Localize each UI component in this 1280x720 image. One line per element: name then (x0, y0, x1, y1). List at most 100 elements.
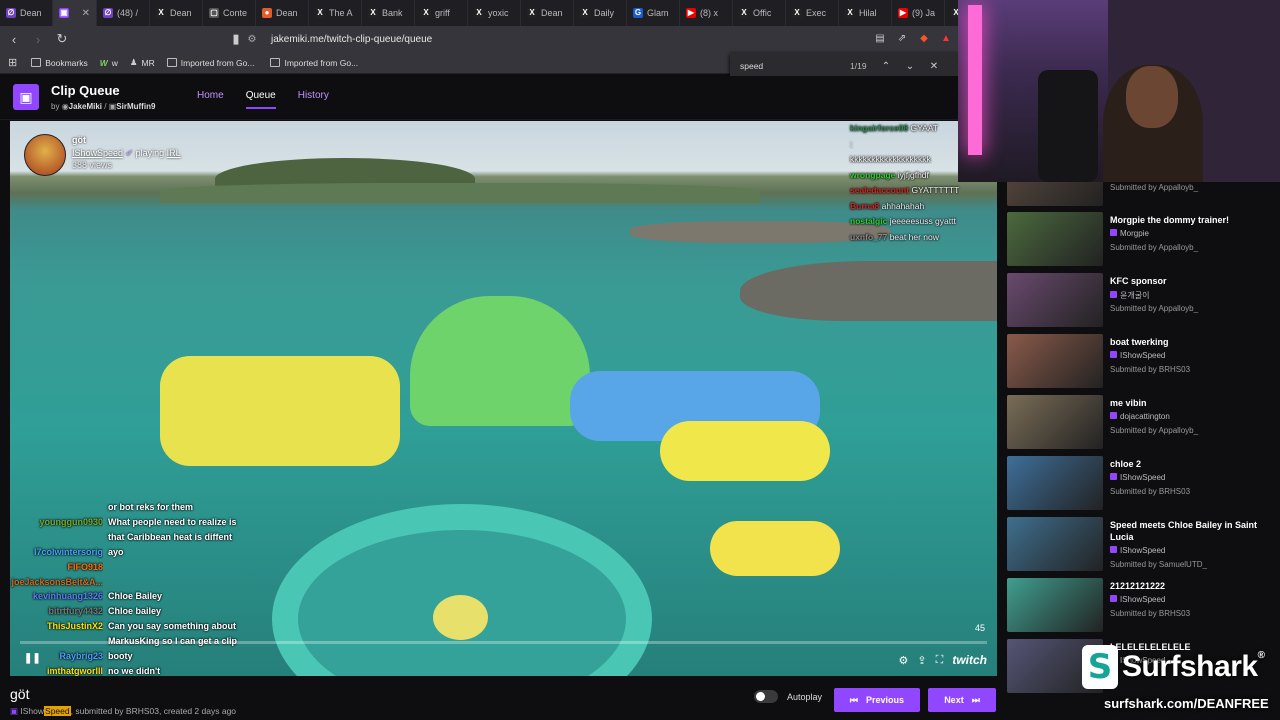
queue-item[interactable]: Submitted by Appalloyb_ (1007, 182, 1280, 210)
author-link-sirmuffin9[interactable]: SirMuffin9 (116, 102, 155, 111)
browser-tab[interactable]: ▣ ✕ (53, 0, 97, 26)
tab-favicon-icon: X (527, 8, 537, 18)
queue-thumbnail[interactable] (1007, 334, 1103, 388)
reader-mode-icon[interactable]: ▤ (872, 30, 888, 46)
browser-tab[interactable]: X Offic (733, 0, 786, 26)
queue-item[interactable]: Speed meets Chloe Bailey in Saint Lucia I… (1007, 517, 1280, 575)
browser-tab[interactable]: ● Dean (256, 0, 309, 26)
find-input[interactable]: speed (740, 61, 850, 71)
clip-channel-link[interactable]: IShowSpeed (72, 148, 123, 158)
site-info-icon[interactable]: ⚙ (245, 34, 259, 45)
chat-text: Can you say something about (108, 621, 237, 632)
clip-meta-channel[interactable]: IShowSpeed (20, 706, 71, 716)
tab-close-icon[interactable]: ✕ (82, 8, 90, 19)
bookmark-item-mr[interactable]: ♟ MR (130, 57, 155, 68)
queue-thumbnail[interactable] (1007, 182, 1103, 206)
browser-tab[interactable]: Xgriff (415, 0, 468, 26)
reload-icon[interactable]: ↻ (52, 29, 72, 49)
bookmark-item-w[interactable]: Ww (100, 58, 118, 68)
find-previous-icon[interactable]: ⌃ (874, 61, 898, 72)
previous-button[interactable]: ⏮ Previous (834, 688, 920, 712)
browser-tab[interactable]: ∅ (48) / (97, 0, 150, 26)
chat-text: GYATTTTTT (911, 185, 960, 195)
tab-favicon-icon: G (633, 8, 643, 18)
chat-text: that Caribbean heat is diffent (108, 531, 233, 542)
queue-item[interactable]: boat twerking IShowSpeed Submitted by BRHS… (1007, 334, 1280, 392)
queue-item[interactable]: KFC sponsor 윤개굴이 Submitted by Appalloyb_ (1007, 273, 1280, 331)
queue-item[interactable]: 21212121222 IShowSpeed Submitted by BRHS03 (1007, 578, 1280, 636)
bookmark-folder-imported-1[interactable]: Imported from Go... (166, 58, 254, 68)
browser-tab[interactable]: ∅ Dean (0, 0, 53, 26)
scene-float-yellow (160, 356, 400, 466)
back-icon[interactable]: ‹ (4, 29, 24, 49)
forward-icon[interactable]: › (28, 29, 48, 49)
clip-title: göt (72, 135, 86, 145)
app-byline: by ◉JakeMiki / ▣SirMuffin9 (51, 102, 156, 111)
tab-label: Dean (170, 8, 192, 18)
queue-thumbnail[interactable] (1007, 456, 1103, 510)
browser-tab[interactable]: Xyoxic (468, 0, 521, 26)
nav-home[interactable]: Home (197, 90, 224, 109)
browser-tab[interactable]: X The A (309, 0, 362, 26)
chat-username: Burna8 (850, 200, 880, 211)
queue-item-submitter: Submitted by Appalloyb_ (1110, 243, 1199, 252)
browser-tab[interactable]: ▶ (9) Ja (892, 0, 945, 26)
nav-history[interactable]: History (298, 90, 329, 109)
queue-item[interactable]: Morgpie the dommy trainer! Morgpie Submitt… (1007, 212, 1280, 270)
clip-category-link[interactable]: IRL (167, 148, 181, 158)
queue-thumbnail[interactable] (1007, 212, 1103, 266)
bookmark-folder-imported-2[interactable]: Imported from Go... (270, 58, 358, 68)
streamer-avatar[interactable] (24, 134, 66, 176)
browser-tab[interactable]: X Dean (150, 0, 203, 26)
tab-favicon-icon: X (421, 8, 431, 18)
queue-thumbnail[interactable] (1007, 273, 1103, 327)
github-icon: ◉ (61, 102, 69, 111)
queue-item-channel: IShowSpeed (1110, 595, 1165, 604)
queue-thumbnail[interactable] (1007, 578, 1103, 632)
author-link-jakemiki[interactable]: JakeMiki (69, 102, 102, 111)
share-icon[interactable]: ⇪ (917, 654, 926, 667)
brave-shield-icon[interactable]: ◆ (916, 30, 932, 46)
clip-video-player[interactable]: göt IShowSpeed ✔ playing IRL 388 views k… (10, 121, 997, 676)
queue-item-channel: 윤개굴이 (1110, 290, 1149, 301)
find-close-icon[interactable]: ✕ (922, 61, 946, 72)
seek-bar[interactable] (20, 641, 987, 644)
browser-tab[interactable]: X Exec (786, 0, 839, 26)
browser-tab[interactable]: X Daily (574, 0, 627, 26)
browser-tab[interactable]: ▶ (8) x (680, 0, 733, 26)
rewards-icon[interactable]: ▲ (938, 30, 954, 46)
sponsor-overlay: S Surfshark® surfshark.com/DEANFREE (1076, 640, 1280, 720)
fullscreen-icon[interactable]: ⛶ (936, 654, 944, 667)
folder-icon (270, 58, 281, 67)
queue-item[interactable]: me vibin dojacattington Submitted by Appal… (1007, 395, 1280, 453)
queue-item-submitter: Submitted by Appalloyb_ (1110, 304, 1199, 313)
settings-gear-icon[interactable]: ⚙ (899, 654, 909, 667)
queue-thumbnail[interactable] (1007, 517, 1103, 571)
browser-tab[interactable]: X (945, 0, 958, 26)
browser-tab[interactable]: ▢ Conte (203, 0, 256, 26)
queue-item-channel-name: dojacattington (1120, 412, 1170, 421)
url-field[interactable]: ⚙ jakemiki.me/twitch-clip-queue/queue (245, 28, 957, 50)
apps-grid-icon[interactable]: ⊞ (8, 56, 17, 69)
pause-icon[interactable]: ❚❚ (24, 653, 41, 664)
queue-item[interactable]: chloe 2 IShowSpeed Submitted by BRHS03 (1007, 456, 1280, 514)
browser-tab[interactable]: X Hilal (839, 0, 892, 26)
queue-item-title: Speed meets Chloe Bailey in Saint Lucia (1110, 520, 1258, 542)
browser-tab[interactable]: X Dean (521, 0, 574, 26)
browser-tab[interactable]: G Glam (627, 0, 680, 26)
queue-thumbnail[interactable] (1007, 395, 1103, 449)
nav-queue[interactable]: Queue (245, 90, 276, 109)
twitch-logo[interactable]: twitch (952, 653, 987, 667)
queue-item-submitter: Submitted by BRHS03 (1110, 609, 1191, 618)
clip-queue-logo-icon[interactable]: ▣ (13, 84, 39, 110)
browser-tab[interactable]: X Bank (362, 0, 415, 26)
find-next-icon[interactable]: ⌄ (898, 61, 922, 72)
share-icon[interactable]: ⇗ (894, 30, 910, 46)
autoplay-toggle[interactable] (754, 690, 778, 703)
next-button[interactable]: Next ⏭ (928, 688, 996, 712)
browser-tab-strip: ∅ Dean ▣ ✕ ∅ (48) / X Dean ▢ Conte ● Dean X The A X Ban… (0, 0, 958, 26)
bookmark-item-bookmarks[interactable]: Bookmarks (31, 58, 88, 68)
bookmark-page-icon[interactable]: ▮ (226, 29, 246, 49)
queue-item-channel-name: 윤개굴이 (1120, 291, 1150, 300)
tab-favicon-icon: X (951, 8, 958, 18)
